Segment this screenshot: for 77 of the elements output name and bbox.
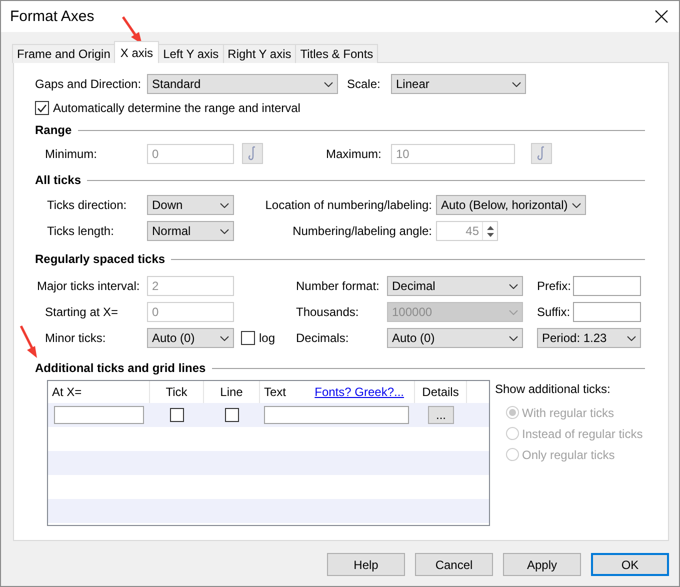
input-field[interactable] [573,302,641,322]
annotation-arrow [122,16,142,44]
field-label: Ticks direction: [47,198,127,212]
caret-icon [627,336,636,340]
details-button[interactable]: ... [428,406,454,424]
caret-icon [220,336,229,340]
checkbox-label: log [259,331,276,345]
field-label: Major ticks interval: [37,279,140,293]
window-title: Format Axes [10,8,94,25]
fonts-link[interactable]: Fonts? Greek?... [314,385,404,399]
dropdown[interactable]: Standard [147,74,338,94]
dropdown[interactable]: Down [147,195,234,215]
checkbox-label: Automatically determine the range and interval [53,101,300,115]
annotation-arrow [20,325,37,358]
section-title: Regularly spaced ticks [35,252,166,266]
caret-icon [220,228,229,234]
dropdown[interactable]: Auto (0) [387,328,523,348]
section-title: Range [35,123,72,137]
dropdown[interactable]: Auto (Below, horizontal) [436,195,586,215]
dialog-button[interactable]: OK [591,553,669,576]
column-header: Details [422,385,459,399]
field-label: Starting at X= [45,305,118,319]
checkbox[interactable] [225,408,239,422]
column-header: Line [220,385,243,399]
input-field[interactable] [54,406,144,424]
input-field[interactable] [264,406,409,424]
section-title: Additional ticks and grid lines [35,361,206,375]
dialog-button[interactable]: Cancel [415,553,493,576]
radio-label: Only regular ticks [522,448,615,462]
field-label: Numbering/labeling angle: [292,224,432,238]
hook-icon [248,146,257,161]
input-field[interactable] [573,276,641,296]
hook-icon [537,146,546,161]
hook-button[interactable] [242,143,263,164]
field-label: Maximum: [326,146,382,160]
field-label: Scale: [347,77,382,91]
tab[interactable]: Titles & Fonts [295,44,378,63]
field-label: Thousands: [296,305,359,319]
dropdown[interactable]: Decimal [387,276,523,296]
caret-icon [509,310,518,314]
hook-button[interactable] [531,143,552,164]
field-label: Gaps and Direction: [35,77,142,91]
dropdown[interactable]: Auto (0) [147,328,234,348]
field-label: Minimum: [45,146,98,160]
caret-icon [509,284,518,288]
dialog-button[interactable]: Help [327,553,405,576]
field-label: Minor ticks: [45,331,106,345]
dropdown[interactable]: Normal [147,221,234,241]
dropdown[interactable]: Period: 1.23 [537,328,641,348]
dropdown[interactable]: Linear [391,74,526,94]
field-label: Prefix: [537,279,572,293]
column-header: Tick [166,385,188,399]
caret-icon [512,82,521,86]
group-label: Show additional ticks: [495,382,612,396]
caret-icon [509,336,518,340]
field-label: Ticks length: [47,224,114,238]
caret-icon [572,202,581,208]
field-label: Suffix: [537,305,570,319]
radio-label: Instead of regular ticks [522,426,643,440]
checkbox[interactable] [170,408,184,422]
dialog-button[interactable]: Apply [503,553,581,576]
field-label: Location of numbering/labeling: [265,198,432,212]
caret-icon [324,82,333,86]
section-title: All ticks [35,173,82,187]
field-label: Decimals: [296,331,349,345]
tab[interactable]: Left Y axis [158,44,224,63]
field-label: Number format: [296,279,380,293]
close-icon[interactable] [655,10,668,23]
radio-label: With regular ticks [522,406,614,420]
column-header: At X= [52,385,82,399]
tab[interactable]: Right Y axis [222,44,296,63]
tab[interactable]: X axis [114,41,160,63]
checkbox[interactable] [35,101,49,115]
column-header: Text [264,385,286,399]
checkbox[interactable] [241,331,255,345]
caret-icon [220,202,229,208]
tab[interactable]: Frame and Origin [12,44,116,63]
